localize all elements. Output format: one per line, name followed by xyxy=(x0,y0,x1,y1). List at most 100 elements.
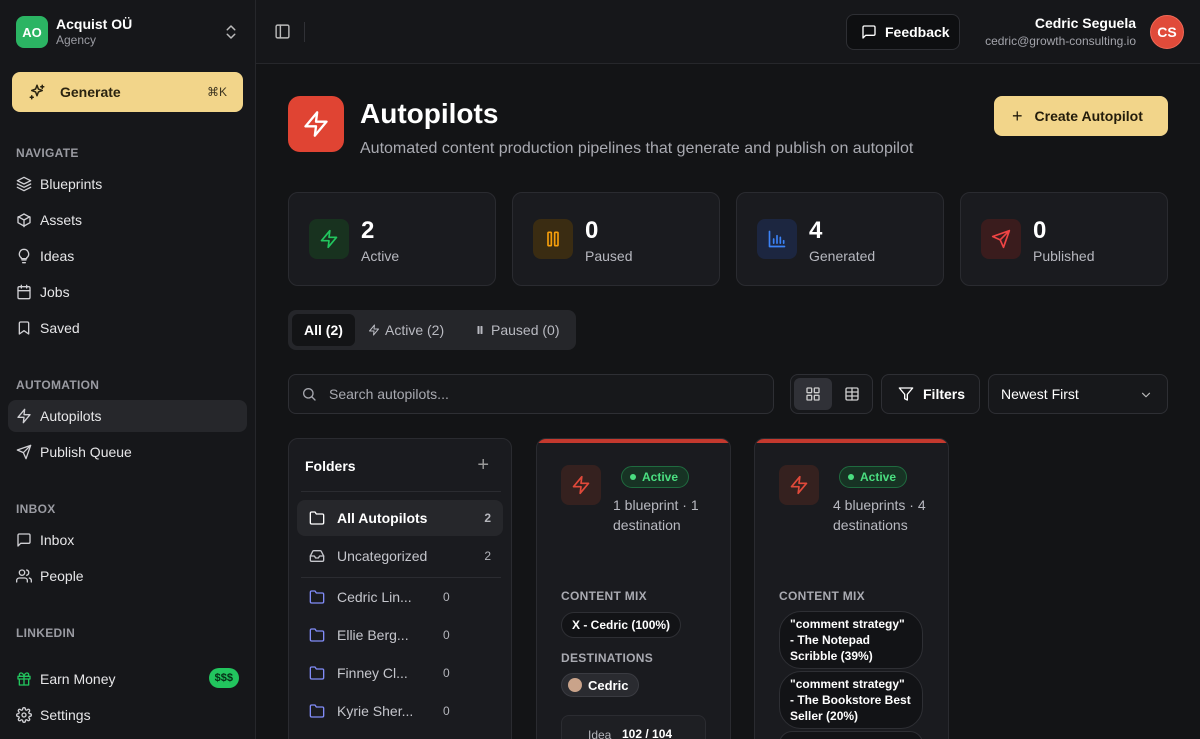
stat-card-active: 2 Active xyxy=(288,192,496,286)
folder-label: Kyrie Sher... xyxy=(337,703,414,719)
stat-value: 0 xyxy=(1033,217,1047,244)
search-box xyxy=(288,374,774,414)
topbar: Feedback Cedric Seguela cedric@growth-co… xyxy=(256,0,1200,64)
layers-icon xyxy=(16,176,32,192)
nav-item-inbox[interactable]: Inbox xyxy=(8,524,247,556)
tab-active[interactable]: Active (2) xyxy=(356,314,456,346)
divider xyxy=(301,491,501,492)
folder-item[interactable]: Finney Cl... 0 xyxy=(297,655,503,691)
panel-left-icon[interactable] xyxy=(274,23,291,40)
pause-icon xyxy=(477,326,483,334)
nav-item-saved[interactable]: Saved xyxy=(8,312,247,344)
nav-label: Settings xyxy=(40,707,91,723)
view-toggle xyxy=(790,374,873,414)
filters-button[interactable]: Filters xyxy=(881,374,980,414)
folder-uncategorized[interactable]: Uncategorized 2 xyxy=(297,538,503,574)
autopilot-card[interactable]: Active 1 blueprint · 1 destination CONTE… xyxy=(536,438,731,739)
feedback-button[interactable]: Feedback xyxy=(846,14,960,50)
bar-chart-icon xyxy=(757,219,797,259)
autopilot-card[interactable]: Active 4 blueprints · 4 destinations CON… xyxy=(754,438,949,739)
page-title: Autopilots xyxy=(360,98,499,129)
pause-icon xyxy=(533,219,573,259)
tab-label: Active (2) xyxy=(385,322,445,338)
folder-icon xyxy=(309,628,325,642)
idea-label: Idea xyxy=(588,728,612,739)
gift-icon xyxy=(17,672,31,686)
folder-label: Uncategorized xyxy=(337,548,428,564)
nav-item-publish-queue[interactable]: Publish Queue xyxy=(8,436,247,468)
stat-card-published: 0 Published xyxy=(960,192,1168,286)
folder-label: All Autopilots xyxy=(337,510,428,526)
nav-item-assets[interactable]: Assets xyxy=(8,204,247,236)
folders-panel: Folders + All Autopilots 2 Uncategorized… xyxy=(288,438,512,739)
stat-label: Published xyxy=(1033,248,1095,264)
folder-item[interactable]: Ellie Berg... 0 xyxy=(297,617,503,653)
card-summary: 4 blueprints · 4 destinations xyxy=(833,497,926,533)
zap-icon xyxy=(17,408,31,424)
nav-item-blueprints[interactable]: Blueprints xyxy=(8,168,247,200)
stat-value: 4 xyxy=(809,217,823,244)
content-mix-title: CONTENT MIX xyxy=(779,589,865,603)
folder-icon xyxy=(309,704,325,718)
lightbulb-icon xyxy=(18,248,30,264)
org-text: Acquist OÜ Agency xyxy=(56,16,222,48)
org-switcher[interactable]: AO Acquist OÜ Agency xyxy=(16,16,240,48)
chevrons-up-down-icon[interactable] xyxy=(222,23,240,41)
tab-all[interactable]: All (2) xyxy=(292,314,355,346)
stat-card-paused: 0 Paused xyxy=(512,192,720,286)
grid-view-button[interactable] xyxy=(794,378,832,410)
status-label: Active xyxy=(860,470,897,484)
content-mix-chip: "comment strategy" xyxy=(779,731,923,739)
nav-item-jobs[interactable]: Jobs xyxy=(8,276,247,308)
destination-chip: Cedric xyxy=(561,673,640,697)
content-mix-chip: "comment strategy" - The Notepad Scribbl… xyxy=(779,611,923,669)
nav-item-autopilots[interactable]: Autopilots xyxy=(8,400,247,432)
users-icon xyxy=(16,569,32,583)
tab-label: Paused (0) xyxy=(491,322,560,338)
generate-button[interactable]: Generate ⌘K xyxy=(12,72,243,112)
table-view-button[interactable] xyxy=(833,378,871,410)
nav-item-earn-money[interactable]: Earn Money $$$ xyxy=(8,663,247,695)
folder-count: 0 xyxy=(443,666,450,680)
nav-item-ideas[interactable]: Ideas xyxy=(8,240,247,272)
zap-icon xyxy=(304,111,328,137)
send-icon xyxy=(16,444,32,460)
folder-count: 0 xyxy=(443,628,450,642)
user-avatar[interactable]: CS xyxy=(1150,15,1184,49)
folders-title: Folders xyxy=(305,458,356,474)
folder-count: 2 xyxy=(484,511,491,525)
card-accent xyxy=(755,439,948,443)
content-mix-chip: X - Cedric (100%) xyxy=(561,612,682,638)
section-linkedin: LINKEDIN xyxy=(16,626,76,640)
zap-icon xyxy=(561,465,601,505)
zap-icon xyxy=(369,324,379,336)
nav-label: Inbox xyxy=(40,532,75,548)
nav-item-people[interactable]: People xyxy=(8,560,247,592)
add-folder-icon[interactable]: + xyxy=(477,455,489,475)
nav-item-settings[interactable]: Settings xyxy=(8,699,247,731)
generate-label: Generate xyxy=(60,84,121,100)
zap-icon xyxy=(779,465,819,505)
create-autopilot-label: Create Autopilot xyxy=(1034,108,1143,124)
user-email: cedric@growth-consulting.io xyxy=(985,34,1136,48)
folder-all-autopilots[interactable]: All Autopilots 2 xyxy=(297,500,503,536)
stat-label: Generated xyxy=(809,248,876,264)
search-input[interactable] xyxy=(329,386,749,402)
folder-item[interactable]: Cedric Lin... 0 xyxy=(297,579,503,615)
org-type: Agency xyxy=(56,33,97,47)
stat-value: 0 xyxy=(585,217,599,244)
idea-value: 102 / 104 xyxy=(622,727,673,739)
status-badge: Active xyxy=(621,466,690,488)
search-icon xyxy=(303,388,316,401)
create-autopilot-button[interactable]: + Create Autopilot xyxy=(994,96,1168,136)
tab-paused[interactable]: Paused (0) xyxy=(462,314,571,346)
user-name: Cedric Seguela xyxy=(1034,15,1136,31)
sort-select[interactable]: Newest First xyxy=(988,374,1168,414)
folder-label: Ellie Berg... xyxy=(337,627,409,643)
status-tabs: All (2) Active (2) Paused (0) xyxy=(288,310,576,350)
box-icon xyxy=(17,213,31,228)
folder-count: 0 xyxy=(443,590,450,604)
grid-icon xyxy=(806,387,820,401)
card-summary: 1 blueprint · 1 destination xyxy=(613,497,699,533)
folder-item[interactable]: Kyrie Sher... 0 xyxy=(297,693,503,729)
